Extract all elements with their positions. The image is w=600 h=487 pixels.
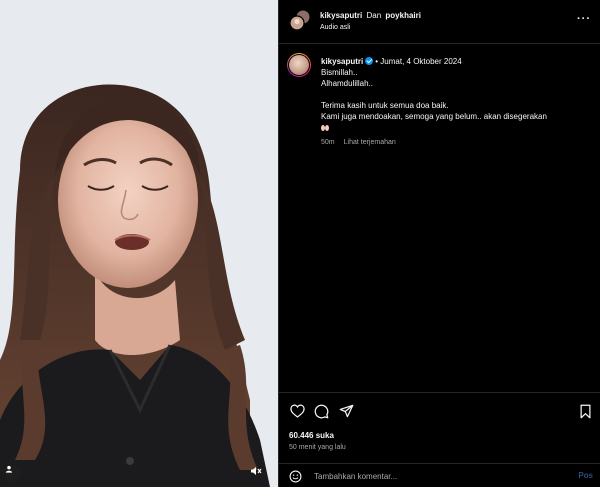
audio-muted-button[interactable] [250, 465, 266, 481]
add-comment-bar: Pos [279, 463, 600, 487]
save-button[interactable] [577, 403, 593, 419]
action-bar [289, 403, 593, 421]
heart-icon [289, 404, 305, 418]
caption-line: Terima kasih untuk semua doa baik. [321, 101, 449, 110]
verified-badge-icon [365, 57, 374, 65]
post-actions-section: 60.446 suka 50 menit yang lalu [279, 392, 600, 451]
share-button[interactable] [338, 403, 354, 419]
emoji-picker-icon[interactable] [289, 470, 302, 483]
post-timestamp[interactable]: 50 menit yang lalu [289, 444, 346, 451]
caption-line: Kami juga mendoakan, semoga yang belum..… [321, 112, 547, 121]
comment-icon [314, 404, 328, 418]
collab-username[interactable]: poykhairi [385, 11, 421, 20]
video-frame [0, 0, 278, 487]
author-connector: Dan [366, 11, 382, 20]
post-details-panel: kikysaputri Dan poykhairi Audio asli ···… [278, 0, 600, 487]
caption-avatar[interactable] [287, 53, 311, 77]
audio-label[interactable]: Audio asli [320, 24, 350, 31]
caption-age[interactable]: 50m [321, 139, 335, 146]
comment-button[interactable] [313, 403, 329, 419]
speaker-muted-icon [251, 467, 262, 475]
caption-username[interactable]: kikysaputri [321, 57, 363, 66]
like-button[interactable] [289, 403, 305, 419]
see-translation-link[interactable]: Lihat terjemahan [344, 139, 396, 146]
caption-meta: 50m Lihat terjemahan [321, 137, 593, 148]
bookmark-icon [580, 404, 590, 418]
heart-hands-emoji-icon [321, 124, 330, 132]
author-username[interactable]: kikysaputri [320, 11, 362, 20]
user-icon [5, 465, 13, 473]
caption-body: kikysaputri • Jumat, 4 Oktober 2024 Bismi… [321, 56, 593, 148]
post-comment-button[interactable]: Pos [578, 471, 593, 480]
comment-input[interactable] [314, 469, 554, 483]
like-count[interactable]: 60.446 suka [289, 431, 334, 440]
post-viewer: kikysaputri Dan poykhairi Audio asli ···… [0, 0, 600, 487]
caption-date: Jumat, 4 Oktober 2024 [380, 57, 462, 66]
share-icon [339, 404, 353, 418]
caption-separator: • [375, 57, 379, 66]
more-horizontal-icon[interactable]: ··· [577, 13, 591, 25]
collab-avatar-group[interactable] [289, 9, 311, 31]
caption-line: Bismillah.. [321, 68, 358, 77]
tagged-user-button[interactable] [5, 465, 21, 481]
video-player[interactable] [0, 0, 278, 487]
post-authors: kikysaputri Dan poykhairi [320, 11, 421, 20]
caption-line: Alhamdulillah.. [321, 79, 374, 88]
post-header: kikysaputri Dan poykhairi Audio asli ··· [279, 0, 600, 44]
